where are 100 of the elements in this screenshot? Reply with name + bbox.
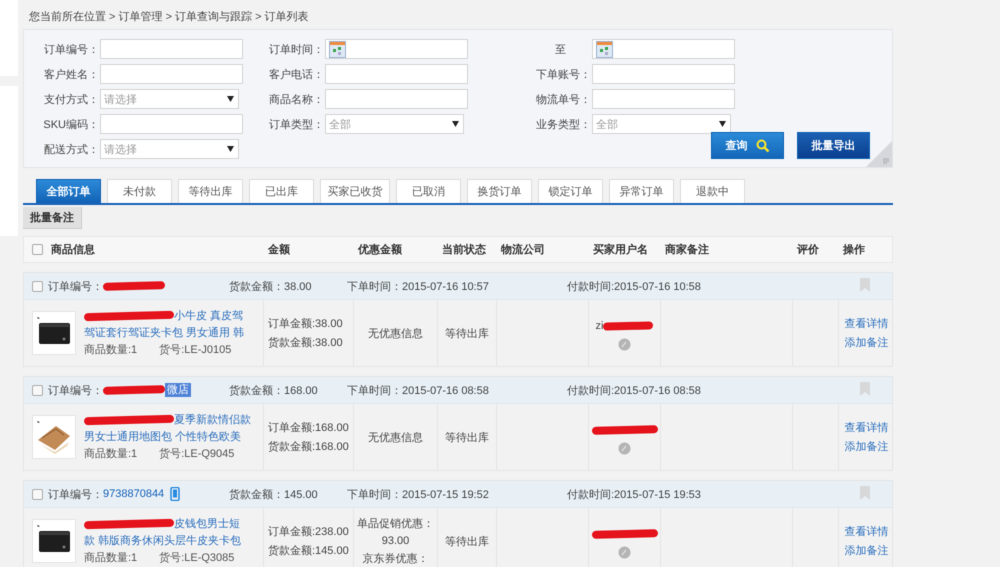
field-label: 客户电话： [268,68,325,82]
discount-text: 单品促销优惠： [357,516,434,531]
checkbox[interactable] [32,280,43,292]
order-status: 等待出库 [445,430,489,444]
checkbox[interactable] [32,244,43,255]
tab[interactable]: 等待出库 [178,179,243,203]
select-field[interactable]: 全部 [325,114,464,134]
breadcrumb: 您当前所在位置 > 订单管理 > 订单查询与跟踪 > 订单列表 [29,10,310,25]
search-button[interactable]: 查询 [711,132,784,159]
order-number-label: 订单编号： [48,488,103,502]
date-field[interactable] [592,39,735,59]
product-sku: 货号:LE-Q9045 [159,448,234,460]
batch-remark-button[interactable]: 批量备注 [23,207,82,229]
input-field[interactable] [100,114,243,134]
amount-text: 货款金额:145.00 [268,544,350,558]
field-label: 商品名称： [268,92,325,106]
calendar-icon [596,40,613,58]
action-link[interactable]: 查看详情 [844,316,888,331]
export-button[interactable]: 批量导出 [797,132,870,159]
product-title[interactable]: 男女士通用地图包 个性特色欧美 [84,430,242,444]
calendar-icon [329,40,346,58]
payment-time: 付款时间:2015-07-15 19:53 [567,488,701,502]
column-header: 物流公司 [500,242,546,257]
caret-icon [227,146,234,152]
tab[interactable]: 换货订单 [467,179,532,203]
order-number-label: 订单编号： [48,384,103,398]
tab[interactable]: 未付款 [107,179,172,203]
discount-text: 无优惠信息 [368,326,423,340]
input-field[interactable] [592,64,735,84]
product-quantity: 商品数量:1 [84,552,138,564]
discount-text: 无优惠信息 [368,430,423,444]
resize-corner-icon [866,141,892,167]
column-header: 评价 [796,242,820,257]
column-header: 当前状态 [441,242,487,257]
user-icon [618,338,631,350]
order-number-label: 订单编号： [48,280,103,294]
source-badge: 微店 [165,383,191,397]
product-title[interactable]: 驾证套行驾证夹卡包 男女通用 韩 [84,326,244,340]
input-field[interactable] [325,89,468,109]
field-label: 订单编号： [43,42,100,56]
product-quantity: 商品数量:1 [84,344,138,356]
action-link[interactable]: 查看详情 [844,524,888,539]
goods-amount: 货款金额：38.00 [229,280,313,294]
tab[interactable]: 已取消 [396,179,461,203]
order-time: 下单时间：2015-07-15 19:52 [347,488,490,502]
bookmark-icon [860,278,870,292]
date-field[interactable] [325,39,468,59]
action-link[interactable]: 添加备注 [844,543,888,558]
product-title[interactable]: 款 韩版商务休闲头层牛皮夹卡包 [84,534,242,548]
field-label: SKU编码： [42,118,100,132]
tab[interactable]: 锁定订单 [538,179,603,203]
product-quantity: 商品数量:1 [84,448,138,460]
field-label: 业务类型： [535,118,592,132]
field-label: 下单账号： [535,68,592,82]
tab[interactable]: 买家已收货 [320,179,390,203]
goods-amount: 货款金额：168.00 [229,384,319,398]
buyer-name: zi [596,320,604,332]
caret-icon [719,121,726,127]
amount-text: 订单金额:238.00 [268,524,350,539]
discount-text: 京东券优惠： [362,552,428,566]
tab[interactable]: 异常订单 [609,179,674,203]
field-label: 支付方式： [43,92,100,106]
tab[interactable]: 退款中 [680,179,745,203]
user-icon [618,442,631,454]
order-status: 等待出库 [445,326,489,340]
product-title[interactable]: 小牛皮 真皮驾 [174,310,244,322]
column-header: 商品信息 [51,242,95,257]
tab[interactable]: 已出库 [249,179,314,203]
payment-time: 付款时间:2015-07-16 10:58 [567,280,701,294]
action-link[interactable]: 添加备注 [844,335,888,350]
field-label: 客户姓名： [43,68,100,82]
column-header: 商家备注 [664,242,710,257]
product-title[interactable]: 夏季新款情侣款 [174,414,251,426]
select-field[interactable]: 全部 [592,114,731,134]
action-link[interactable]: 添加备注 [844,439,888,454]
column-header: 金额 [266,242,291,257]
bookmark-icon [860,486,870,500]
column-header: 操作 [842,243,866,257]
bookmark-icon [860,382,870,396]
product-title[interactable]: 皮钱包男士短 [174,518,240,530]
field-label: 订单类型： [268,118,325,132]
caret-icon [452,121,459,127]
checkbox[interactable] [32,384,43,396]
action-link[interactable]: 查看详情 [844,420,888,435]
input-field[interactable] [100,64,243,84]
select-field[interactable]: 请选择 [100,139,239,159]
checkbox[interactable] [32,488,43,500]
amount-text: 货款金额:168.00 [268,440,350,454]
order-time: 下单时间：2015-07-16 08:58 [347,384,490,398]
input-field[interactable] [592,89,735,109]
caret-icon [227,96,234,102]
select-field[interactable]: 请选择 [100,89,239,109]
input-field[interactable] [100,39,243,59]
search-icon [756,138,770,152]
field-label: 物流单号： [535,92,592,106]
payment-time: 付款时间:2015-07-16 08:58 [567,384,701,398]
input-field[interactable] [325,64,468,84]
field-label: 配送方式： [43,142,100,156]
tab[interactable]: 全部订单 [36,179,101,203]
amount-text: 订单金额:38.00 [268,316,344,331]
